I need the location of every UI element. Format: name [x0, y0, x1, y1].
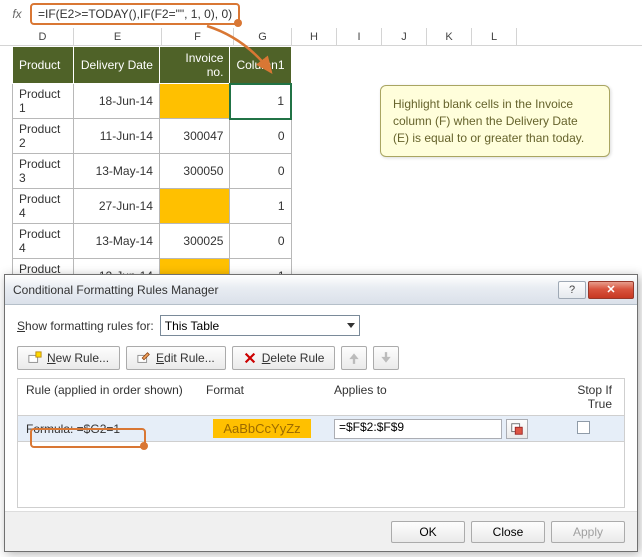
dialog-footer: OK Close Apply	[5, 511, 637, 551]
cell-column1[interactable]: 0	[230, 154, 291, 189]
cell-column1[interactable]: 0	[230, 224, 291, 259]
th-invoice[interactable]: Invoice no.	[159, 47, 230, 84]
col-stop: Stop If True	[542, 379, 624, 415]
cell-column1[interactable]: 0	[230, 119, 291, 154]
cell-product[interactable]: Product 4	[13, 224, 74, 259]
rule-row[interactable]: Formula: =$G2=1 AaBbCcYyZz =$F$2:$F$9	[18, 416, 624, 442]
table-row[interactable]: Product 413-May-143000250	[13, 224, 292, 259]
table-row[interactable]: Product 211-Jun-143000470	[13, 119, 292, 154]
col-header-j[interactable]: J	[382, 28, 427, 45]
col-header-e[interactable]: E	[74, 28, 162, 45]
cell-column1[interactable]: 1	[230, 189, 291, 224]
instruction-callout: Highlight blank cells in the Invoice col…	[380, 85, 610, 157]
table-row[interactable]: Product 118-Jun-14 1	[13, 84, 292, 119]
cell-delivery[interactable]: 27-Jun-14	[74, 189, 160, 224]
move-down-button[interactable]	[373, 346, 399, 370]
table-row[interactable]: Product 313-May-143000500	[13, 154, 292, 189]
cell-invoice[interactable]	[159, 84, 230, 119]
delete-rule-icon	[243, 351, 257, 365]
cell-product[interactable]: Product 4	[13, 189, 74, 224]
cell-product[interactable]: Product 2	[13, 119, 74, 154]
cell-delivery[interactable]: 18-Jun-14	[74, 84, 160, 119]
delete-rule-button[interactable]: Delete Rule	[232, 346, 336, 370]
range-picker-icon	[510, 422, 524, 436]
scope-select[interactable]: This Table	[160, 315, 360, 336]
cell-delivery[interactable]: 13-May-14	[74, 154, 160, 189]
applies-to-input[interactable]: =$F$2:$F$9	[334, 419, 502, 439]
cell-delivery[interactable]: 11-Jun-14	[74, 119, 160, 154]
help-button[interactable]: ?	[558, 281, 586, 299]
th-delivery[interactable]: Delivery Date	[74, 47, 160, 84]
th-col1[interactable]: Column1	[230, 47, 291, 84]
cell-invoice[interactable]: 300025	[159, 224, 230, 259]
table-row[interactable]: Product 427-Jun-14 1	[13, 189, 292, 224]
col-header-h[interactable]: H	[292, 28, 337, 45]
column-headers: D E F G H I J K L	[0, 28, 642, 46]
col-header-l[interactable]: L	[472, 28, 517, 45]
ok-button[interactable]: OK	[391, 521, 465, 543]
col-header-d[interactable]: D	[12, 28, 74, 45]
col-header-i[interactable]: I	[337, 28, 382, 45]
arrow-down-icon	[379, 351, 393, 365]
col-header-f[interactable]: F	[162, 28, 234, 45]
new-rule-button[interactable]: New Rule...	[17, 346, 120, 370]
dialog-titlebar[interactable]: Conditional Formatting Rules Manager ? ✕	[5, 275, 637, 305]
th-product[interactable]: Product	[13, 47, 74, 84]
range-picker-button[interactable]	[506, 419, 528, 439]
formula-bar[interactable]: =IF(E2>=TODAY(),IF(F2="", 1, 0), 0)	[30, 3, 240, 25]
cell-delivery[interactable]: 13-May-14	[74, 224, 160, 259]
rule-format-preview: AaBbCcYyZz	[198, 419, 326, 438]
move-up-button[interactable]	[341, 346, 367, 370]
col-rule: Rule (applied in order shown)	[18, 379, 198, 415]
col-format: Format	[198, 379, 326, 415]
chevron-down-icon	[347, 323, 355, 328]
edit-rule-button[interactable]: Edit Rule...	[126, 346, 226, 370]
show-rules-label: Show formatting rules for:	[17, 319, 154, 333]
cell-product[interactable]: Product 3	[13, 154, 74, 189]
scope-value: This Table	[165, 319, 219, 333]
cell-product[interactable]: Product 1	[13, 84, 74, 119]
close-icon[interactable]: ✕	[588, 281, 634, 299]
rule-text: Formula: =$G2=1	[18, 422, 198, 436]
col-header-g[interactable]: G	[234, 28, 292, 45]
rule-list[interactable]: Formula: =$G2=1 AaBbCcYyZz =$F$2:$F$9	[17, 416, 625, 508]
rule-list-header: Rule (applied in order shown) Format App…	[17, 378, 625, 416]
arrow-up-icon	[347, 351, 361, 365]
cell-invoice[interactable]: 300047	[159, 119, 230, 154]
apply-button[interactable]: Apply	[551, 521, 625, 543]
cell-invoice[interactable]: 300050	[159, 154, 230, 189]
rules-manager-dialog: Conditional Formatting Rules Manager ? ✕…	[4, 274, 638, 552]
edit-rule-icon	[137, 351, 151, 365]
col-applies: Applies to	[326, 379, 542, 415]
cell-column1[interactable]: 1	[230, 84, 291, 119]
col-header-k[interactable]: K	[427, 28, 472, 45]
cell-invoice[interactable]	[159, 189, 230, 224]
stop-if-true-checkbox[interactable]	[577, 421, 590, 434]
dialog-title: Conditional Formatting Rules Manager	[13, 283, 557, 297]
new-rule-icon	[28, 351, 42, 365]
fx-label: fx	[4, 7, 30, 21]
close-button[interactable]: Close	[471, 521, 545, 543]
